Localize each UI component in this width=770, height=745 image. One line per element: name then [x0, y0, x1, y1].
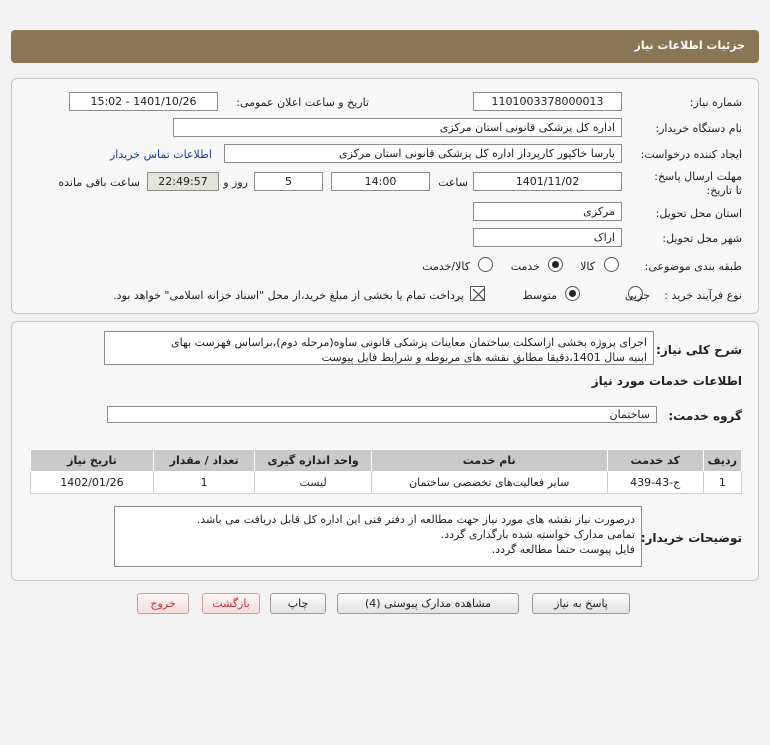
buyer-org-label: نام دستگاه خریدار:: [655, 122, 742, 135]
announce-label: تاریخ و ساعت اعلان عمومی:: [236, 96, 369, 109]
service-group-field: ساختمان: [107, 406, 657, 423]
days-field: 5: [254, 172, 323, 191]
deadline-time-field: 14:00: [331, 172, 430, 191]
cell-row: 1: [702, 471, 743, 494]
category-label: طبقه بندی موضوعی:: [644, 260, 742, 273]
need-number-field: 1101003378000013: [473, 92, 622, 111]
general-desc-line1: اجرای پروژه بخشی ازاسکلت ساختمان معاینات…: [171, 336, 647, 349]
treasury-payment-note: پرداخت تمام یا بخشی از مبلغ خرید،از محل …: [113, 289, 464, 302]
print-button[interactable]: چاپ: [270, 593, 326, 614]
page-title: جزئیات اطلاعات نیاز: [634, 39, 746, 52]
buyer-notes-box: درصورت نیاز نقشه های مورد نیاز جهت مطالع…: [114, 506, 642, 567]
buyer-note-line: فایل پیوست حتما مطالعه گردد.: [491, 543, 635, 556]
general-desc-box: اجرای پروژه بخشی ازاسکلت ساختمان معاینات…: [104, 331, 654, 365]
service-group-label: گروه خدمت:: [668, 409, 742, 423]
exit-button[interactable]: خروج: [137, 593, 189, 614]
table-header-row: ردیف کد خدمت نام خدمت واحد اندازه گیری ت…: [30, 449, 743, 472]
province-label: استان محل تحویل:: [655, 207, 742, 220]
col-code-header: کد خدمت: [606, 449, 704, 472]
days-label: روز و: [223, 176, 248, 189]
buyer-note-line: درصورت نیاز نقشه های مورد نیاز جهت مطالع…: [196, 513, 635, 526]
remaining-label: ساعت باقی مانده: [58, 176, 140, 189]
city-field: اراک: [473, 228, 622, 247]
category-radio-goods-service[interactable]: [478, 257, 493, 272]
buyer-contact-link[interactable]: اطلاعات تماس خریدار: [110, 148, 212, 161]
category-radio-goods[interactable]: [604, 257, 619, 272]
category-goods-service-label: کالا/خدمت: [422, 260, 470, 273]
city-label: شهر محل تحویل:: [662, 232, 742, 245]
category-service-label: خدمت: [510, 260, 540, 273]
process-radio-medium[interactable]: [565, 286, 580, 301]
buyer-note-line: تمامی مدارک خواسته شده بارگذاری گردد.: [440, 528, 635, 541]
general-desc-label: شرح کلی نیاز:: [656, 343, 742, 357]
col-qty-header: تعداد / مقدار: [152, 449, 256, 472]
col-unit-header: واحد اندازه گیری: [254, 449, 372, 472]
services-section-title: اطلاعات خدمات مورد نیاز: [591, 374, 742, 388]
cell-name: سایر فعالیت‌های تخصصی ساختمان: [370, 471, 608, 494]
category-goods-label: کالا: [580, 260, 595, 273]
reply-button[interactable]: پاسخ به نیاز: [532, 593, 630, 614]
table-row: 1 ج-43-439 سایر فعالیت‌های تخصصی ساختمان…: [30, 471, 743, 494]
cell-unit: لیست: [254, 471, 372, 494]
cell-code: ج-43-439: [606, 471, 704, 494]
time-label: ساعت: [438, 176, 468, 189]
need-number-label: شماره نیاز:: [689, 96, 742, 109]
deadline-label: مهلت ارسال پاسخ: تا تاریخ:: [654, 170, 742, 197]
col-row-header: ردیف: [702, 449, 743, 472]
cell-date: 1402/01/26: [30, 471, 154, 494]
page-header: جزئیات اطلاعات نیاز: [11, 30, 759, 63]
buyer-notes-label: توضیحات خریدار:: [640, 531, 742, 545]
creator-field: پارسا خاکپور کارپرداز اداره کل پزشکی قان…: [224, 144, 622, 163]
creator-label: ایجاد کننده درخواست:: [640, 148, 742, 161]
general-desc-line2: ابنیه سال 1401،دقیقا مطابق نقشه های مربو…: [321, 351, 647, 364]
need-info-panel: [11, 78, 759, 314]
process-minor-label: جزیی: [624, 289, 650, 302]
announce-field: 1401/10/26 - 15:02: [69, 92, 218, 111]
view-attachments-button[interactable]: مشاهده مدارک پیوستی (4): [337, 593, 519, 614]
process-label: نوع فرآیند خرید :: [664, 289, 742, 302]
deadline-date-field: 1401/11/02: [473, 172, 622, 191]
cell-qty: 1: [152, 471, 256, 494]
province-field: مرکزی: [473, 202, 622, 221]
col-date-header: تاریخ نیاز: [30, 449, 154, 472]
checkbox-cross-icon: [472, 288, 485, 301]
remaining-time-field: 22:49:57: [147, 172, 219, 191]
buyer-org-field: اداره کل پزشکی قانونی استان مرکزی: [173, 118, 622, 137]
process-medium-label: متوسط: [522, 289, 557, 302]
services-table: ردیف کد خدمت نام خدمت واحد اندازه گیری ت…: [30, 449, 743, 494]
col-name-header: نام خدمت: [370, 449, 608, 472]
treasury-payment-checkbox[interactable]: [470, 286, 485, 301]
back-button[interactable]: بازگشت: [202, 593, 260, 614]
category-radio-service[interactable]: [548, 257, 563, 272]
